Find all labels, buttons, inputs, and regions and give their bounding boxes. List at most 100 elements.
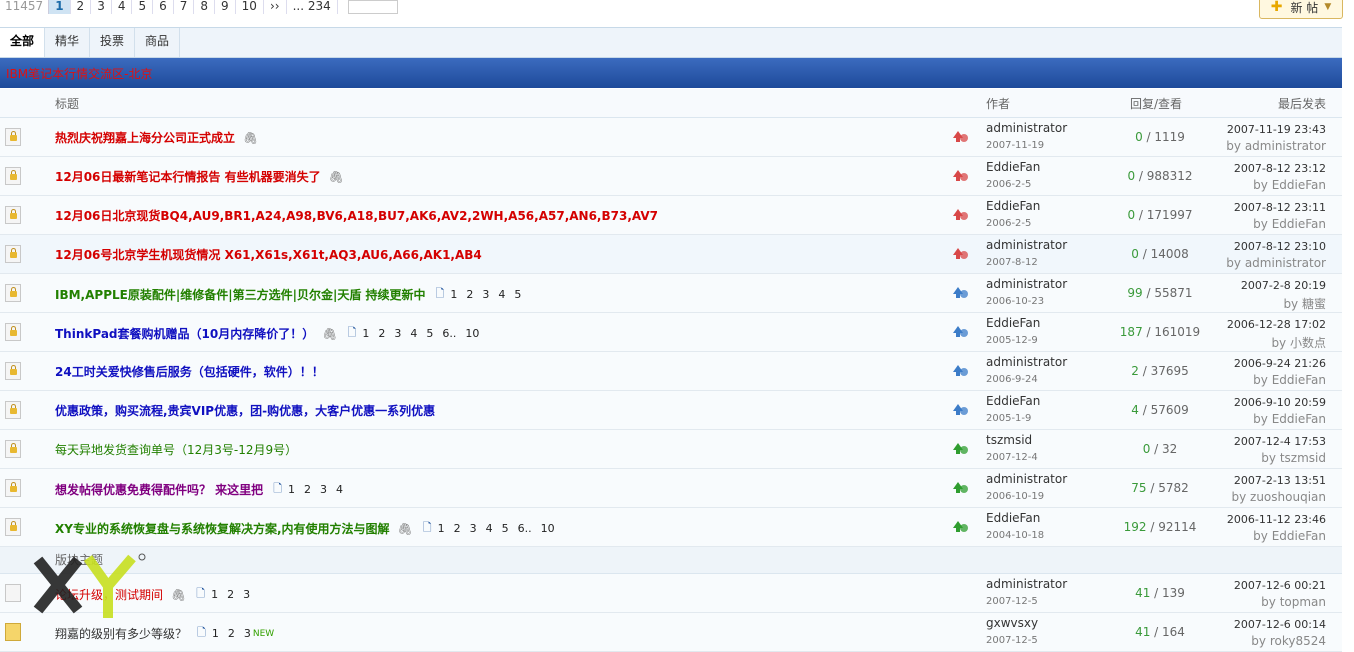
thread-page-link[interactable]: 1 (450, 288, 457, 301)
last-post-time[interactable]: 2007-8-12 23:11 (1234, 201, 1326, 214)
last-post-time[interactable]: 2007-2-13 13:51 (1231, 474, 1326, 487)
last-post-time[interactable]: 2006-9-24 21:26 (1234, 357, 1326, 370)
thread-page-link[interactable]: 1 (362, 327, 369, 340)
thread-title-link[interactable]: 每天异地发货查询单号（12月3号-12月9号） (55, 441, 297, 458)
thread-title-link[interactable]: XY专业的系统恢复盘与系统恢复解决方案,内有使用方法与图解 (55, 520, 390, 537)
author-name[interactable]: administrator (986, 121, 1067, 135)
thread-page-link[interactable]: 2 (228, 627, 235, 640)
new-post-button[interactable]: ✚ 新 帖 ▼ (1259, 0, 1343, 19)
last-post-time[interactable]: 2007-12-4 17:53 (1234, 435, 1326, 448)
page-3[interactable]: 3 (91, 0, 112, 14)
thread-page-link[interactable]: 2 (227, 588, 234, 601)
author-name[interactable]: EddieFan (986, 199, 1040, 213)
thread-page-link[interactable]: 1 (288, 483, 295, 496)
author-name[interactable]: tszmsid (986, 433, 1038, 447)
author-name[interactable]: EddieFan (986, 160, 1040, 174)
thread-page-link[interactable]: 10 (541, 522, 555, 535)
last-page-link[interactable]: ... 234 (287, 0, 338, 14)
thread-title-link[interactable]: IBM,APPLE原装配件|维修备件|第三方选件|贝尔金|天盾 持续更新中 (55, 286, 426, 303)
thread-title-link[interactable]: 想发帖得优惠免费得配件吗？ 来这里把 (55, 481, 263, 498)
thread-page-link[interactable]: 2 (466, 288, 473, 301)
thread-page-link[interactable]: 3 (482, 288, 489, 301)
thread-page-link[interactable]: 4 (498, 288, 505, 301)
page-2[interactable]: 2 (71, 0, 92, 14)
last-post-time[interactable]: 2006-9-10 20:59 (1234, 396, 1326, 409)
last-poster-link[interactable]: EddieFan (1272, 178, 1326, 192)
last-poster-link[interactable]: 小数点 (1290, 336, 1326, 350)
tab-goods[interactable]: 商品 (135, 28, 181, 57)
thread-page-link[interactable]: 4 (486, 522, 493, 535)
last-post-time[interactable]: 2007-12-6 00:14 (1234, 618, 1326, 631)
last-post-time[interactable]: 2007-8-12 23:10 (1226, 240, 1326, 253)
author-name[interactable]: administrator (986, 577, 1067, 591)
thread-page-link[interactable]: 10 (465, 327, 479, 340)
last-poster-link[interactable]: EddieFan (1272, 217, 1326, 231)
thread-page-link[interactable]: 2 (454, 522, 461, 535)
thread-title-link[interactable]: 24工时关爱快修售后服务（包括硬件，软件）！！ (55, 363, 324, 380)
tab-digest[interactable]: 精华 (45, 28, 91, 57)
thread-page-link[interactable]: 6.. (442, 327, 456, 340)
author-name[interactable]: gxwvsxy (986, 616, 1038, 630)
thread-page-link[interactable]: 3 (244, 627, 251, 640)
author-name[interactable]: administrator (986, 472, 1067, 486)
thread-page-link[interactable]: 2 (378, 327, 385, 340)
thread-title-link[interactable]: 12月06号北京学生机现货情况 X61,X61s,X61t,AQ3,AU6,A6… (55, 246, 482, 263)
thread-page-link[interactable]: 1 (438, 522, 445, 535)
thread-title-link[interactable]: 12月06日北京现货BQ4,AU9,BR1,A24,A98,BV6,A18,BU… (55, 207, 658, 224)
view-count: 57609 (1150, 403, 1189, 417)
thread-page-link[interactable]: 5 (502, 522, 509, 535)
thread-page-link[interactable]: 4 (410, 327, 417, 340)
page-7[interactable]: 7 (174, 0, 195, 14)
author-name[interactable]: administrator (986, 238, 1067, 252)
last-poster-link[interactable]: EddieFan (1272, 412, 1326, 426)
last-post-time[interactable]: 2007-12-6 00:21 (1234, 579, 1326, 592)
thread-page-link[interactable]: 2 (304, 483, 311, 496)
tab-all[interactable]: 全部 (0, 28, 46, 57)
last-poster-link[interactable]: administrator (1245, 256, 1326, 270)
author-name[interactable]: EddieFan (986, 316, 1040, 330)
thread-page-link[interactable]: 3 (470, 522, 477, 535)
page-10[interactable]: 10 (236, 0, 264, 14)
thread-page-link[interactable]: 4 (336, 483, 343, 496)
thread-page-link[interactable]: 3 (243, 588, 250, 601)
thread-title-link[interactable]: 优惠政策，购买流程,贵宾VIP优惠，团-购优惠，大客户优惠一系列优惠 (55, 402, 435, 419)
thread-page-link[interactable]: 5 (426, 327, 433, 340)
page-8[interactable]: 8 (194, 0, 216, 14)
page-4[interactable]: 4 (112, 0, 133, 14)
last-poster-link[interactable]: 糖蜜 (1302, 297, 1326, 311)
thread-page-link[interactable]: 1 (211, 588, 218, 601)
last-post-time[interactable]: 2006-11-12 23:46 (1227, 513, 1326, 526)
col-author: 作者 (986, 97, 1011, 111)
thread-title-link[interactable]: ThinkPad套餐购机赠品（10月内存降价了！） (55, 325, 314, 342)
last-post-time[interactable]: 2006-12-28 17:02 (1227, 318, 1326, 331)
last-poster-link[interactable]: topman (1280, 595, 1326, 609)
author-name[interactable]: administrator (986, 355, 1067, 369)
last-post-time[interactable]: 2007-8-12 23:12 (1234, 162, 1326, 175)
last-poster-link[interactable]: EddieFan (1272, 529, 1326, 543)
thread-page-link[interactable]: 3 (320, 483, 327, 496)
last-post-time[interactable]: 2007-2-8 20:19 (1241, 279, 1326, 292)
last-poster-link[interactable]: zuoshouqian (1250, 490, 1326, 504)
thread-page-link[interactable]: 6.. (518, 522, 532, 535)
thread-page-link[interactable]: 5 (514, 288, 521, 301)
last-poster-link[interactable]: roky8524 (1270, 634, 1326, 648)
last-poster-link[interactable]: EddieFan (1272, 373, 1326, 387)
thread-title-link[interactable]: 热烈庆祝翔嘉上海分公司正式成立 (55, 129, 235, 146)
thread-row: 12月06日最新笔记本行情报告 有些机器要消失了 🖇 EddieFan 2006-2-… (0, 157, 1342, 196)
page-6[interactable]: 6 (153, 0, 174, 14)
page-jump-input[interactable] (347, 0, 398, 14)
author-name[interactable]: EddieFan (986, 511, 1044, 525)
author-name[interactable]: EddieFan (986, 394, 1040, 408)
thread-title-link[interactable]: 12月06日最新笔记本行情报告 有些机器要消失了 (55, 168, 321, 185)
thread-page-link[interactable]: 3 (394, 327, 401, 340)
tab-poll[interactable]: 投票 (90, 28, 136, 57)
thread-page-link[interactable]: 1 (212, 627, 219, 640)
page-1[interactable]: 1 (49, 0, 71, 14)
last-poster-link[interactable]: tszmsid (1280, 451, 1326, 465)
page-9[interactable]: 9 (215, 0, 236, 14)
author-name[interactable]: administrator (986, 277, 1067, 291)
last-post-time[interactable]: 2007-11-19 23:43 (1226, 123, 1326, 136)
last-poster-link[interactable]: administrator (1245, 139, 1326, 153)
next-pages-button[interactable]: ›› (264, 0, 287, 14)
page-5[interactable]: 5 (132, 0, 154, 14)
